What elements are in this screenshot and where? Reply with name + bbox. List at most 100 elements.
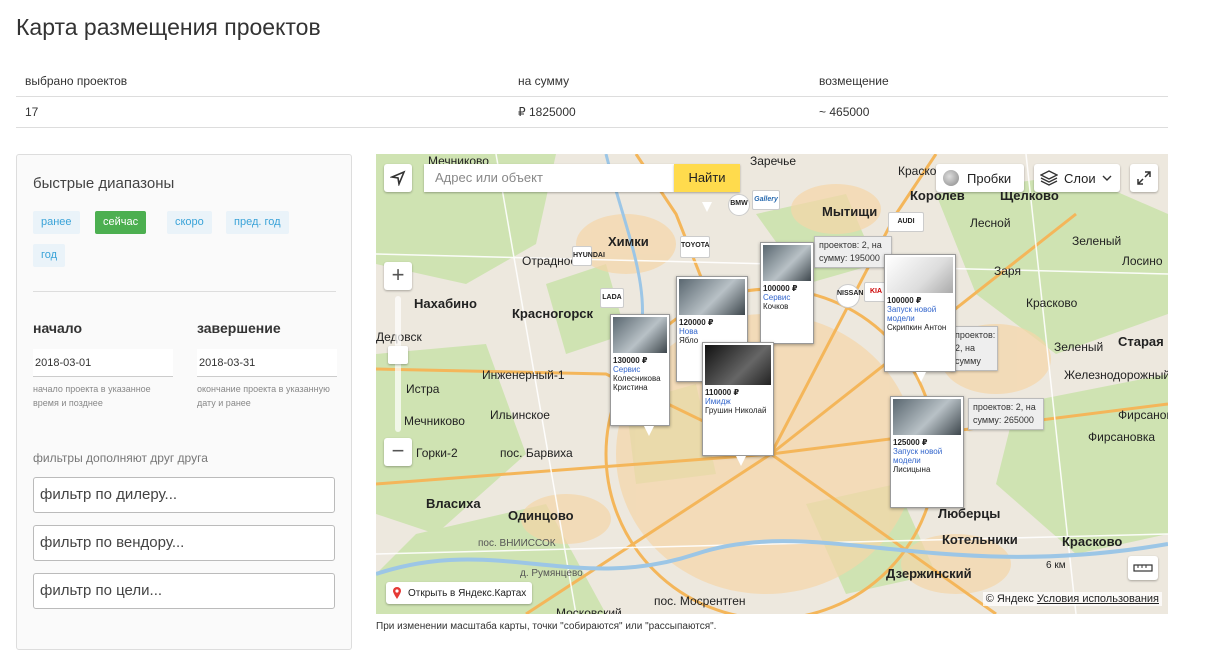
ruler-button[interactable] xyxy=(1128,556,1158,580)
map-note: При изменении масштаба карты, точки "соб… xyxy=(376,621,717,632)
expand-icon xyxy=(1137,171,1151,185)
map-copyright: © Яндекс Условия использования xyxy=(982,592,1162,606)
pin-target: Запуск новой модели xyxy=(893,447,943,465)
pin-price: 110000 ₽ xyxy=(705,388,740,397)
cluster-marker[interactable]: проектов: 2, на сумму: 195000 xyxy=(814,236,892,268)
start-date-input[interactable]: 2018-03-01 xyxy=(33,349,173,377)
pin-price: 100000 ₽ xyxy=(887,296,922,305)
terms-link[interactable]: Условия использования xyxy=(1037,593,1159,605)
vendor-logo[interactable]: NISSAN xyxy=(836,284,863,308)
map-container[interactable]: Мечниково Заречье Красково Химки Мытищи … xyxy=(376,154,1168,614)
vendor-logo[interactable]: LADA xyxy=(600,288,624,308)
place-label: Инженерный-1 xyxy=(482,368,565,382)
zoom-slider-track[interactable] xyxy=(395,296,401,432)
place-label: Фирсановка xyxy=(1088,430,1156,444)
fullscreen-button[interactable] xyxy=(1130,164,1158,192)
open-in-yandex-button[interactable]: Открыть в Яндекс.Картах xyxy=(386,582,533,604)
vendor-logo[interactable]: AUDI xyxy=(888,212,924,232)
traffic-button[interactable]: Пробки xyxy=(936,164,1024,192)
header-sum: на сумму xyxy=(518,74,570,88)
place-label: Красково xyxy=(1026,296,1078,310)
vendor-logo[interactable]: HYUNDAI xyxy=(572,246,605,266)
place-label: Горки-2 xyxy=(416,446,458,460)
range-soon-chip[interactable]: скоро xyxy=(167,211,212,234)
traffic-icon xyxy=(943,170,959,186)
place-label: Нахабино xyxy=(414,296,477,311)
filters-note: фильтры дополняют друг друга xyxy=(33,451,208,465)
pin-pointer xyxy=(702,202,712,212)
project-pin[interactable]: 130000 ₽ Сервис Колесникова Кристина xyxy=(610,314,670,426)
range-year-chip[interactable]: год xyxy=(33,244,66,267)
place-label: пос. ВНИИССОК xyxy=(478,538,556,549)
place-label: Дзержинский xyxy=(886,566,972,581)
place-label: Лесной xyxy=(970,216,1011,230)
pin-target: Сервис xyxy=(763,293,791,302)
geolocation-button[interactable] xyxy=(384,164,412,192)
pin-price: 100000 ₽ xyxy=(763,284,798,293)
pin-target: Сервис xyxy=(613,365,641,374)
map-find-button[interactable]: Найти xyxy=(674,164,740,192)
vendor-logo[interactable]: Gallery xyxy=(752,190,780,210)
cluster-marker[interactable]: проектов: 2, на сумму xyxy=(950,326,998,371)
geolocation-icon xyxy=(390,170,406,186)
place-label: Зеленый xyxy=(1054,340,1104,354)
copyright-brand: © Яндекс xyxy=(985,593,1034,605)
place-label: Московский xyxy=(556,606,622,614)
place-label: Химки xyxy=(608,234,649,249)
start-label: начало xyxy=(33,320,83,336)
project-pin[interactable]: 125000 ₽ Запуск новой модели Лисицына xyxy=(890,396,964,508)
project-pin[interactable]: 100000 ₽ Запуск новой модели Скрипкин Ан… xyxy=(884,254,956,372)
header-compensation: возмещение xyxy=(819,74,889,88)
end-hint: окончание проекта в указанную дату и ран… xyxy=(197,384,330,408)
vendor-logo[interactable]: BMW xyxy=(728,194,750,216)
traffic-label: Пробки xyxy=(967,170,1012,186)
quick-ranges-title: быстрые диапазоны xyxy=(33,175,175,192)
zoom-in-button[interactable]: + xyxy=(384,262,412,290)
place-label: Одинцово xyxy=(508,508,574,523)
zoom-out-button[interactable]: − xyxy=(384,438,412,466)
range-now-chip[interactable]: сейчас xyxy=(95,211,147,234)
layers-button[interactable]: Слои xyxy=(1034,164,1120,192)
range-earlier-chip[interactable]: ранее xyxy=(33,211,80,234)
range-prev-year-chip[interactable]: пред. год xyxy=(226,211,289,234)
project-photo xyxy=(887,257,953,293)
ruler-icon xyxy=(1133,564,1153,572)
pin-target: Нова xyxy=(679,327,698,336)
pin-person: Лисицына xyxy=(893,465,931,474)
summary-table: выбрано проектов на сумму возмещение 17 … xyxy=(16,66,1168,128)
project-photo xyxy=(705,345,771,385)
project-pin[interactable]: 110000 ₽ Имидж Грушин Николай xyxy=(702,342,774,456)
zoom-slider-thumb[interactable] xyxy=(388,346,408,364)
place-label: Старая xyxy=(1118,334,1164,349)
map-search-input[interactable]: Адрес или объект xyxy=(424,164,674,192)
vendor-filter-input[interactable]: фильтр по вендору... xyxy=(33,525,335,561)
project-photo xyxy=(763,245,811,281)
project-photo xyxy=(679,279,745,315)
place-label: д. Румянцево xyxy=(520,568,583,579)
cluster-marker[interactable]: проектов: 2, на сумму: 265000 xyxy=(968,398,1044,430)
place-label: пос. Мосрентген xyxy=(654,594,746,608)
pin-price: 120000 ₽ xyxy=(679,318,714,327)
pin-person: Колесникова Кристина xyxy=(613,374,661,392)
place-label: Лосино xyxy=(1122,254,1163,268)
place-label: Ильинское xyxy=(490,408,550,422)
pin-person: Кочков xyxy=(763,302,789,311)
place-label: Люберцы xyxy=(938,506,1001,521)
place-label: Котельники xyxy=(942,532,1018,547)
pin-pointer xyxy=(736,456,746,466)
dealer-filter-input[interactable]: фильтр по дилеру... xyxy=(33,477,335,513)
project-pin[interactable]: 100000 ₽ Сервис Кочков xyxy=(760,242,814,344)
pin-price: 130000 ₽ xyxy=(613,356,648,365)
pin-pointer xyxy=(916,372,926,382)
project-photo xyxy=(893,399,961,435)
pin-person: Грушин Николай xyxy=(705,406,767,415)
place-label: Заря xyxy=(994,264,1021,278)
end-date-input[interactable]: 2018-03-31 xyxy=(197,349,337,377)
page-title: Карта размещения проектов xyxy=(16,14,321,40)
vendor-logo[interactable]: TOYOTA xyxy=(680,236,710,258)
map-scale: 6 км xyxy=(1046,560,1066,571)
layers-icon xyxy=(1040,170,1058,186)
goal-filter-input[interactable]: фильтр по цели... xyxy=(33,573,335,609)
place-label: Заречье xyxy=(750,154,797,168)
summary-values-row: 17 ₽ 1825000 ~ 465000 xyxy=(16,97,1168,128)
